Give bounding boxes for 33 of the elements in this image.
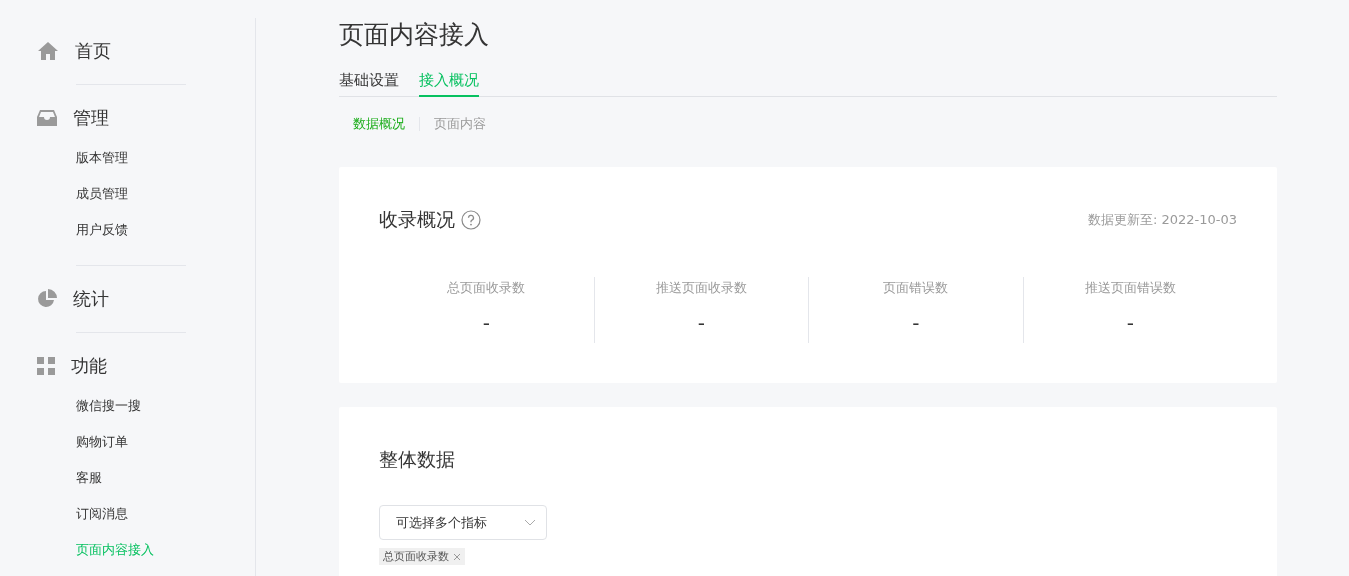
stat-label: 页面错误数 — [883, 279, 949, 297]
card-title: 整体数据 — [379, 447, 456, 472]
nav-group-label[interactable]: 功能 — [71, 354, 107, 378]
stat-value: - — [697, 311, 705, 335]
metric-tag: 总页面收录数 — [379, 548, 465, 565]
home-icon — [37, 41, 59, 61]
stat-value: - — [482, 311, 490, 335]
nav-item[interactable]: 成员管理 — [76, 183, 128, 205]
stat-label: 推送页面收录数 — [655, 279, 747, 297]
nav-item[interactable]: 用户反馈 — [76, 219, 128, 241]
stat-label: 推送页面错误数 — [1084, 279, 1176, 297]
nav-group-label[interactable]: 统计 — [73, 287, 109, 311]
inbox-icon — [37, 109, 57, 127]
nav-item[interactable]: 版本管理 — [76, 147, 128, 169]
grid-icon — [37, 357, 55, 375]
stat-value: - — [912, 311, 920, 335]
close-icon[interactable] — [453, 552, 461, 561]
nav-item[interactable]: 订阅消息 — [76, 503, 128, 525]
nav-item[interactable]: 微信搜一搜 — [76, 395, 141, 417]
nav-group-label[interactable]: 管理 — [73, 106, 109, 130]
nav-item[interactable]: 购物订单 — [76, 431, 128, 453]
chevron-down-icon — [524, 519, 536, 526]
tab[interactable]: 基础设置 — [339, 71, 399, 97]
help-icon[interactable] — [461, 210, 481, 230]
nav-group-label[interactable]: 首页 — [75, 39, 111, 63]
stat-label: 总页面收录数 — [447, 279, 526, 297]
stat-value: - — [1126, 311, 1134, 335]
card-title: 收录概况 — [379, 207, 455, 232]
update-date: 数据更新至: 2022-10-03 — [1087, 211, 1237, 229]
metric-select[interactable]: 可选择多个指标 — [379, 505, 547, 540]
nav-item[interactable]: 客服 — [76, 467, 102, 489]
pie-chart-icon — [37, 289, 57, 309]
page-title: 页面内容接入 — [339, 19, 489, 51]
